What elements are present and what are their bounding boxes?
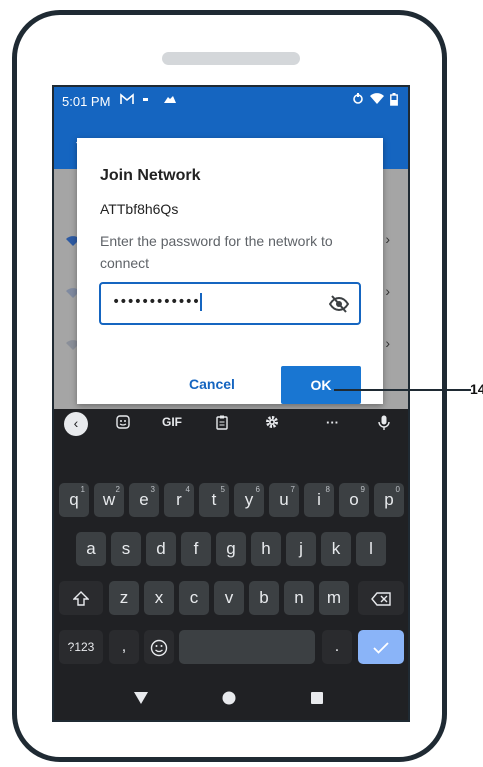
- gif-button[interactable]: GIF: [162, 415, 182, 429]
- dot-icon: [142, 93, 150, 108]
- nav-recents-icon[interactable]: [310, 691, 324, 708]
- symbols-key[interactable]: ?123: [59, 630, 103, 664]
- hide-password-icon[interactable]: [328, 295, 350, 313]
- network-ssid: ATTbf8h6Qs: [100, 201, 179, 217]
- chevron-right-icon: ›: [385, 283, 390, 299]
- password-input[interactable]: ••••••••••••: [99, 282, 361, 325]
- backspace-icon: [371, 592, 391, 606]
- enter-key[interactable]: [358, 630, 404, 664]
- more-options-icon[interactable]: ···: [326, 415, 339, 430]
- key-r[interactable]: r4: [164, 483, 194, 517]
- emoji-icon: [150, 639, 168, 657]
- nav-home-icon[interactable]: [222, 691, 236, 708]
- settings-gear-icon[interactable]: [265, 415, 279, 432]
- key-j[interactable]: j: [286, 532, 316, 566]
- key-l[interactable]: l: [356, 532, 386, 566]
- key-c[interactable]: c: [179, 581, 209, 615]
- key-b[interactable]: b: [249, 581, 279, 615]
- key-s[interactable]: s: [111, 532, 141, 566]
- shift-key[interactable]: [59, 581, 103, 615]
- shift-icon: [72, 591, 90, 607]
- collapse-toolbar-icon[interactable]: ‹: [64, 412, 88, 436]
- wifi-icon: [370, 93, 384, 108]
- password-value: ••••••••••••: [112, 294, 200, 310]
- key-y[interactable]: y6: [234, 483, 264, 517]
- key-f[interactable]: f: [181, 532, 211, 566]
- microphone-icon[interactable]: [378, 415, 390, 434]
- key-w[interactable]: w2: [94, 483, 124, 517]
- nav-back-icon[interactable]: [134, 691, 148, 707]
- cloud-icon: [162, 93, 178, 108]
- key-a[interactable]: a: [76, 532, 106, 566]
- join-network-dialog: Join Network ATTbf8h6Qs Enter the passwo…: [77, 138, 383, 404]
- gmail-icon: [120, 93, 134, 108]
- status-time: 5:01 PM: [62, 94, 111, 109]
- key-e[interactable]: e3: [129, 483, 159, 517]
- key-o[interactable]: o9: [339, 483, 369, 517]
- key-z[interactable]: z: [109, 581, 139, 615]
- key-t[interactable]: t5: [199, 483, 229, 517]
- status-bar: 5:01 PM: [54, 87, 408, 115]
- key-v[interactable]: v: [214, 581, 244, 615]
- sync-icon: [352, 93, 364, 108]
- key-u[interactable]: u7: [269, 483, 299, 517]
- key-p[interactable]: p0: [374, 483, 404, 517]
- callout-line: [334, 389, 471, 391]
- key-i[interactable]: i8: [304, 483, 334, 517]
- clipboard-icon[interactable]: [216, 415, 228, 433]
- dialog-message: Enter the password for the network to co…: [100, 233, 333, 271]
- keyboard-toolbar: ‹ GIF ···: [54, 409, 408, 439]
- dialog-title: Join Network: [100, 167, 201, 184]
- text-caret: [200, 293, 203, 311]
- key-x[interactable]: x: [144, 581, 174, 615]
- key-n[interactable]: n: [284, 581, 314, 615]
- chevron-right-icon: ›: [385, 231, 390, 247]
- space-key[interactable]: [179, 630, 315, 664]
- key-q[interactable]: q1: [59, 483, 89, 517]
- check-icon: [373, 641, 389, 654]
- chevron-right-icon: ›: [385, 335, 390, 351]
- key-k[interactable]: k: [321, 532, 351, 566]
- key-d[interactable]: d: [146, 532, 176, 566]
- emoji-sticker-icon[interactable]: [116, 415, 130, 432]
- comma-key[interactable]: ,: [109, 630, 139, 664]
- key-g[interactable]: g: [216, 532, 246, 566]
- callout-label: 14: [470, 381, 483, 397]
- emoji-key[interactable]: [144, 630, 174, 664]
- key-h[interactable]: h: [251, 532, 281, 566]
- soft-keyboard: ‹ GIF ··· q1 w2 e3 r4 t5 y6 u7 i8 o9 p0 …: [54, 409, 408, 720]
- key-m[interactable]: m: [319, 581, 349, 615]
- backspace-key[interactable]: [358, 581, 404, 615]
- cancel-button[interactable]: Cancel: [189, 376, 235, 392]
- period-key[interactable]: .: [322, 630, 352, 664]
- ok-button[interactable]: OK: [281, 366, 361, 404]
- battery-icon: [390, 93, 398, 109]
- phone-speaker: [162, 52, 300, 65]
